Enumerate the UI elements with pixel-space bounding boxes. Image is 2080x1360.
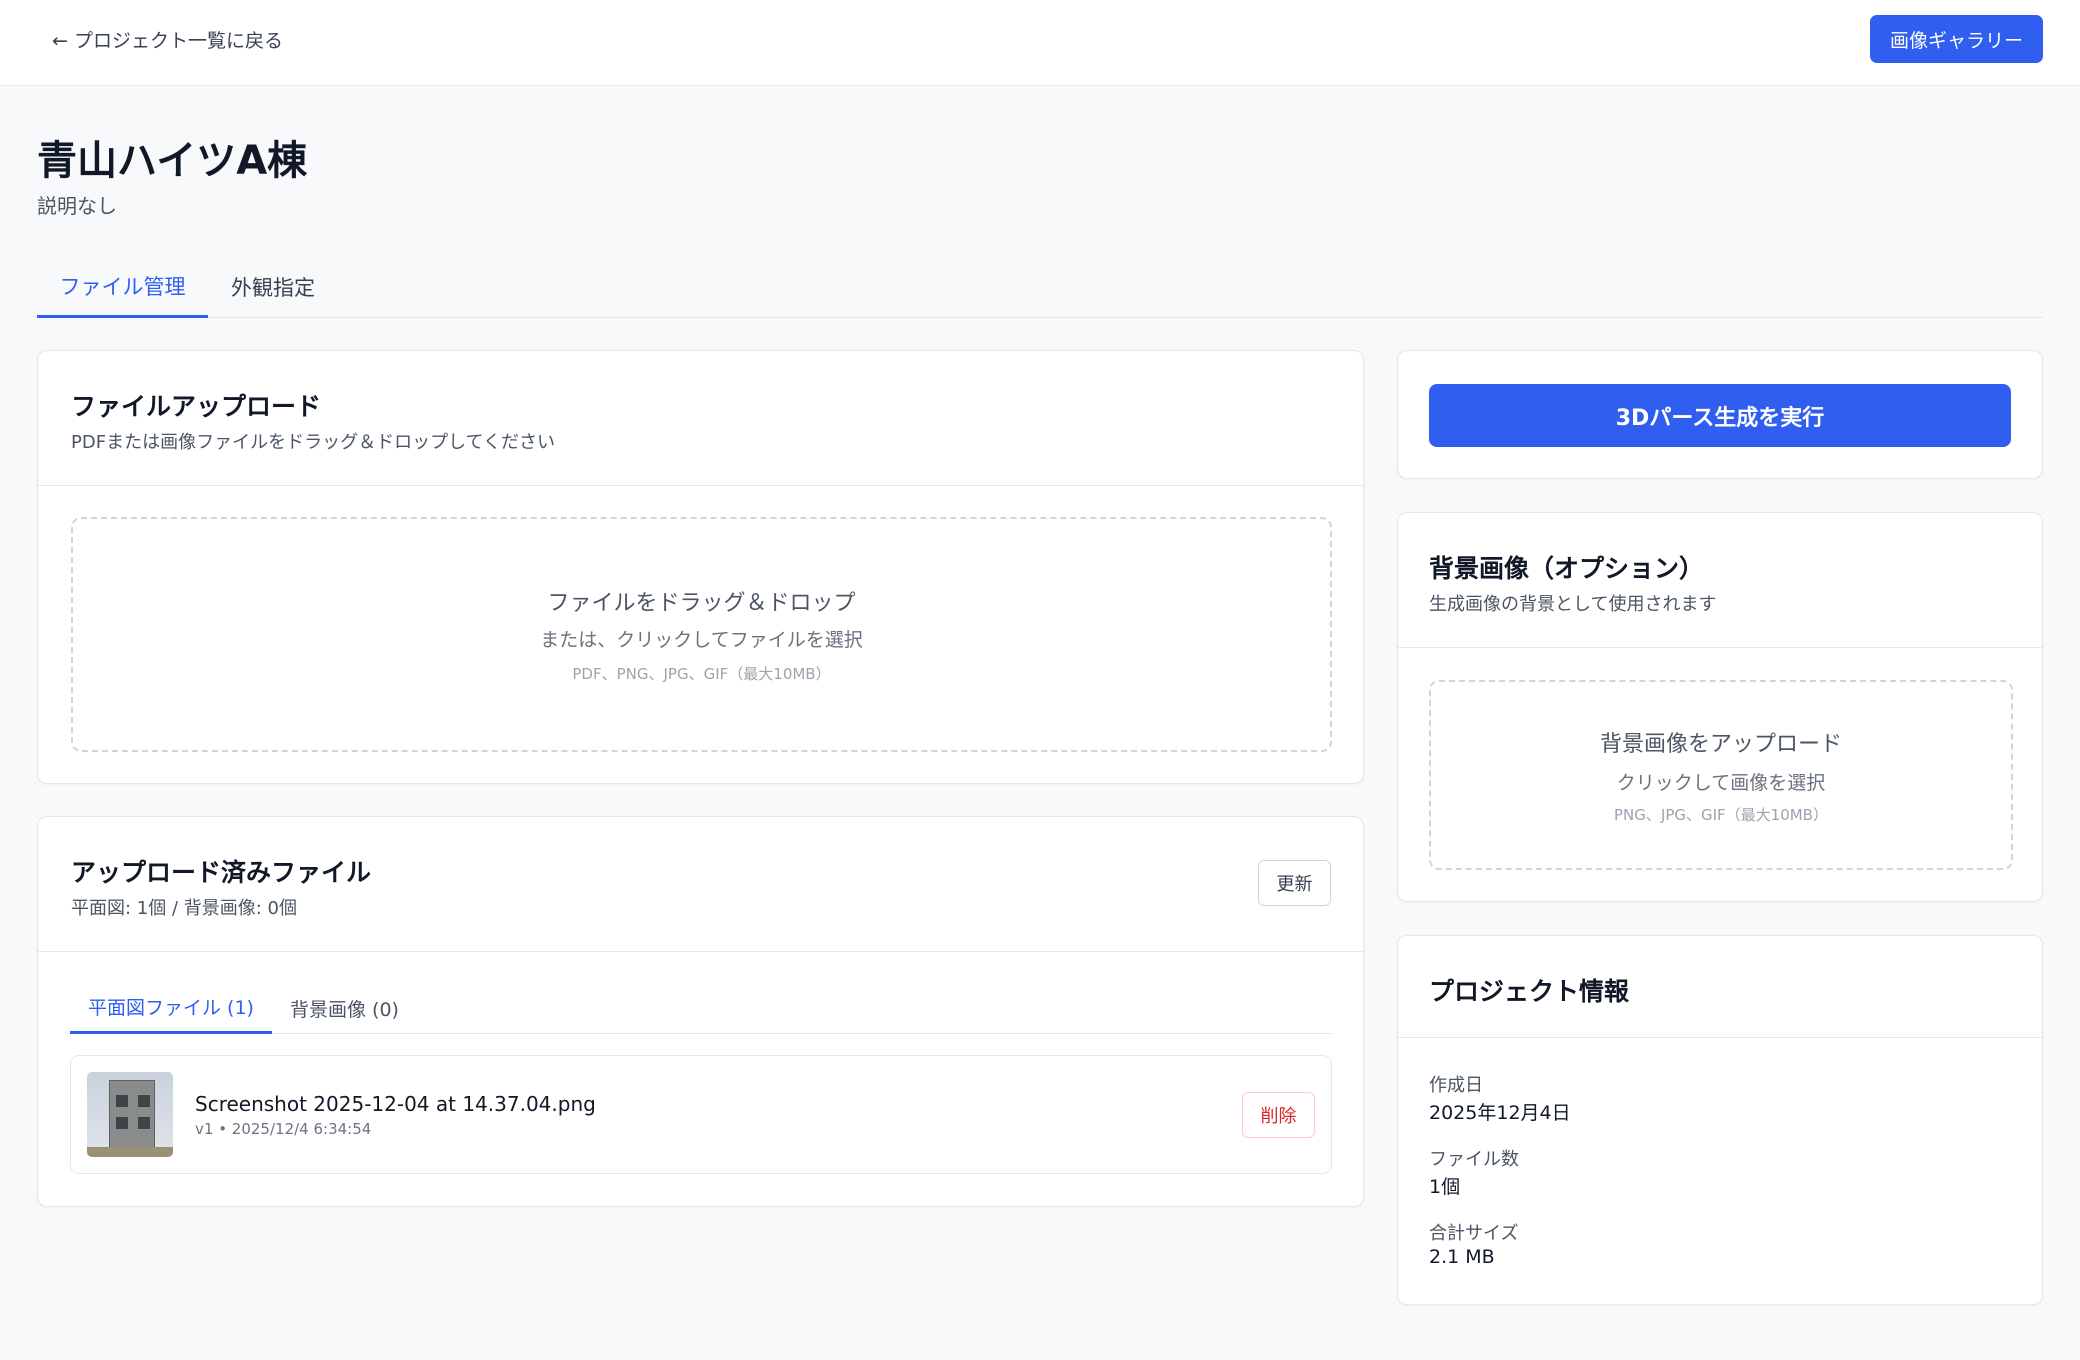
file-name: Screenshot 2025-12-04 at 14.37.04.png bbox=[195, 1092, 596, 1116]
background-image-card: 背景画像（オプション） 生成画像の背景として使用されます 背景画像をアップロード… bbox=[1397, 512, 2043, 902]
uploaded-card-subtitle: 平面図: 1個 / 背景画像: 0個 bbox=[71, 898, 297, 919]
bg-dropzone-sub-text: クリックして画像を選択 bbox=[1616, 772, 1826, 794]
background-card-title: 背景画像（オプション） bbox=[1429, 554, 1705, 583]
info-card-title: プロジェクト情報 bbox=[1429, 977, 1630, 1006]
delete-file-button[interactable]: 削除 bbox=[1242, 1092, 1315, 1138]
dropzone-hint-text: PDF、PNG、JPG、GIF（最大10MB） bbox=[572, 665, 831, 683]
file-upload-card: ファイルアップロード PDFまたは画像ファイルをドラッグ＆ドロップしてください … bbox=[37, 350, 1364, 784]
total-size-value: 2.1 MB bbox=[1429, 1246, 1495, 1268]
tab-background-images[interactable]: 背景画像 (0) bbox=[272, 986, 417, 1034]
tab-exterior-settings[interactable]: 外観指定 bbox=[208, 262, 338, 318]
page-title: 青山ハイツA棟 bbox=[37, 138, 308, 184]
card-divider bbox=[38, 485, 1363, 486]
uploaded-card-title: アップロード済みファイル bbox=[71, 858, 372, 887]
upload-card-subtitle: PDFまたは画像ファイルをドラッグ＆ドロップしてください bbox=[71, 432, 555, 453]
main-tabs: ファイル管理 外観指定 bbox=[37, 262, 2043, 318]
background-card-subtitle: 生成画像の背景として使用されます bbox=[1429, 594, 1717, 615]
project-description: 説明なし bbox=[37, 194, 117, 218]
created-date-value: 2025年12月4日 bbox=[1429, 1102, 1571, 1124]
tab-floorplan-files[interactable]: 平面図ファイル (1) bbox=[70, 986, 272, 1034]
back-link-label: ← プロジェクト一覧に戻る bbox=[52, 30, 283, 52]
list-item[interactable]: Screenshot 2025-12-04 at 14.37.04.png v1… bbox=[70, 1055, 1332, 1174]
upload-card-title: ファイルアップロード bbox=[71, 392, 322, 421]
card-divider bbox=[1398, 647, 2042, 648]
created-date-label: 作成日 bbox=[1429, 1075, 1483, 1096]
background-dropzone[interactable]: 背景画像をアップロード クリックして画像を選択 PNG、JPG、GIF（最大10… bbox=[1429, 680, 2013, 870]
back-to-projects-link[interactable]: ← プロジェクト一覧に戻る bbox=[52, 26, 283, 53]
total-size-label: 合計サイズ bbox=[1429, 1223, 1519, 1244]
file-count-value: 1個 bbox=[1429, 1176, 1461, 1198]
dropzone-main-text: ファイルをドラッグ＆ドロップ bbox=[547, 591, 856, 616]
top-bar: ← プロジェクト一覧に戻る 画像ギャラリー bbox=[0, 0, 2080, 86]
tab-file-management[interactable]: ファイル管理 bbox=[37, 262, 208, 318]
file-count-label: ファイル数 bbox=[1429, 1149, 1519, 1170]
file-meta: v1 • 2025/12/4 6:34:54 bbox=[195, 1120, 372, 1138]
card-divider bbox=[1398, 1037, 2042, 1038]
bg-dropzone-main-text: 背景画像をアップロード bbox=[1599, 732, 1842, 757]
bg-dropzone-hint-text: PNG、JPG、GIF（最大10MB） bbox=[1614, 806, 1828, 824]
dropzone-sub-text: または、クリックしてファイルを選択 bbox=[540, 629, 863, 651]
card-divider bbox=[38, 951, 1363, 952]
file-dropzone[interactable]: ファイルをドラッグ＆ドロップ または、クリックしてファイルを選択 PDF、PNG… bbox=[71, 517, 1332, 752]
file-thumbnail bbox=[87, 1072, 173, 1157]
generate-3d-perspective-button[interactable]: 3Dパース生成を実行 bbox=[1429, 384, 2011, 447]
file-type-tabs: 平面図ファイル (1) 背景画像 (0) bbox=[70, 986, 1332, 1034]
image-gallery-button[interactable]: 画像ギャラリー bbox=[1870, 15, 2043, 63]
refresh-button[interactable]: 更新 bbox=[1258, 860, 1331, 906]
